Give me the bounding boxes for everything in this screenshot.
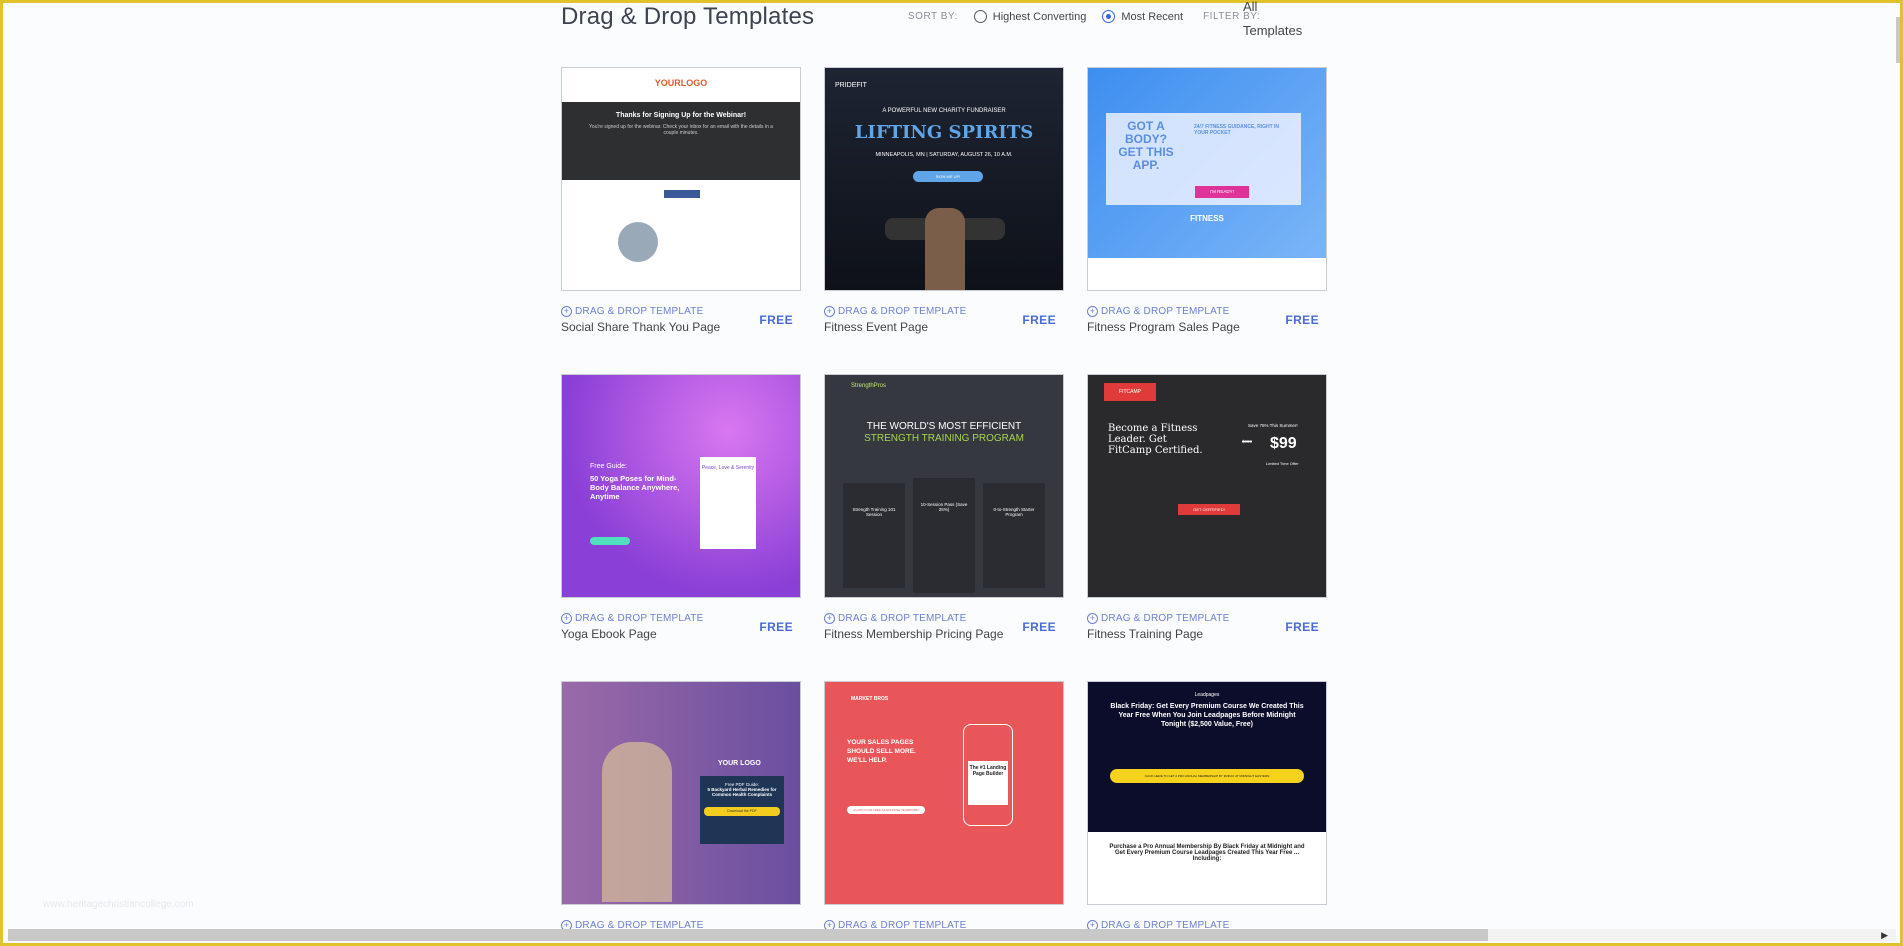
thumb-headline: LIFTING SPIRITS — [854, 122, 1034, 143]
template-card[interactable]: YOUR LOGO Free PDF Guide: 5 Backyard Her… — [561, 681, 801, 946]
template-thumbnail[interactable]: MARKET BROS YOUR SALES PAGES SHOULD SELL… — [824, 681, 1064, 905]
thumb-cta: I'M READY! — [1195, 186, 1249, 198]
plus-circle-icon: + — [561, 613, 572, 624]
template-card[interactable]: PRIDEFIT A POWERFUL NEW CHARITY FUNDRAIS… — [824, 67, 1064, 346]
sort-controls: SORT BY: Highest Converting Most Recent … — [908, 10, 1260, 23]
vertical-scrollbar[interactable] — [1896, 17, 1900, 63]
price-badge: FREE — [1022, 620, 1056, 634]
template-thumbnail[interactable]: YOURLOGO Thanks for Signing Up for the W… — [561, 67, 801, 291]
thumb-headline: YOUR SALES PAGES SHOULD SELL MORE. WE'LL… — [847, 739, 916, 764]
thumb-note: Limited Time Offer — [1266, 461, 1299, 466]
template-thumbnail[interactable]: YOUR LOGO Free PDF Guide: 5 Backyard Her… — [561, 681, 801, 905]
template-type-label: DRAG & DROP TEMPLATE — [1101, 306, 1230, 317]
sort-label: SORT BY: — [908, 11, 958, 22]
thumb-cta: SIGN ME UP! — [913, 171, 983, 182]
template-type-label: DRAG & DROP TEMPLATE — [575, 613, 704, 624]
thumb-headline: 50 Yoga Poses for Mind-Body Balance Anyw… — [590, 474, 680, 501]
thumb-offer: Save 75% This Summer! — [1248, 423, 1298, 428]
template-thumbnail[interactable]: StrengthPros THE WORLD'S MOST EFFICIENT … — [824, 374, 1064, 598]
template-card[interactable]: Free Guide: 50 Yoga Poses for Mind-Body … — [561, 374, 801, 653]
plus-circle-icon: + — [561, 306, 572, 317]
horizontal-scrollbar[interactable]: ▶ — [8, 929, 1896, 941]
template-card[interactable]: StrengthPros THE WORLD'S MOST EFFICIENT … — [824, 374, 1064, 653]
scroll-right-arrow-icon[interactable]: ▶ — [1881, 930, 1888, 941]
template-thumbnail[interactable]: Leadpages Black Friday: Get Every Premiu… — [1087, 681, 1327, 905]
price-badge: FREE — [759, 313, 793, 327]
thumb-sub: 24/7 FITNESS GUIDANCE, RIGHT IN YOUR POC… — [1194, 124, 1280, 136]
filter-dropdown[interactable]: All Templates — [1243, 0, 1313, 43]
thumb-logo: MARKET BROS — [851, 696, 889, 702]
pricing-plan: Strength Training 101 Session — [843, 483, 905, 588]
template-card[interactable]: MARKET BROS YOUR SALES PAGES SHOULD SELL… — [824, 681, 1064, 946]
sort-option-highest-converting[interactable]: Highest Converting — [993, 11, 1087, 23]
thumb-headline: 5 Backyard Herbal Remedies for Common He… — [707, 787, 777, 797]
thumb-logo: YOURLOGO — [654, 78, 708, 88]
thumb-headline: THE WORLD'S MOST EFFICIENT — [866, 421, 1022, 432]
template-card[interactable]: FITCAMP Become a Fitness Leader. Get Fit… — [1087, 374, 1327, 653]
thumb-logo: FITCAMP — [1104, 383, 1156, 401]
template-type-label: DRAG & DROP TEMPLATE — [1101, 613, 1230, 624]
thumb-kicker: A POWERFUL NEW CHARITY FUNDRAISER — [882, 108, 1006, 114]
template-type-label: DRAG & DROP TEMPLATE — [575, 306, 704, 317]
template-card[interactable]: Leadpages Black Friday: Get Every Premiu… — [1087, 681, 1327, 946]
template-card[interactable]: GOT A BODY? GET THIS APP. 24/7 FITNESS G… — [1087, 67, 1327, 346]
thumb-cta: Download the PDF — [704, 807, 780, 816]
thumb-headline: Black Friday: Get Every Premium Course W… — [1110, 703, 1304, 728]
thumb-sub: Purchase a Pro Annual Membership By Blac… — [1109, 844, 1305, 862]
template-type-label: DRAG & DROP TEMPLATE — [838, 613, 967, 624]
price-badge: FREE — [759, 620, 793, 634]
template-card[interactable]: YOURLOGO Thanks for Signing Up for the W… — [561, 67, 801, 346]
page-title: Drag & Drop Templates — [561, 3, 815, 30]
thumb-body: You're signed up for the webinar. Check … — [589, 124, 773, 136]
thumb-cta: CLAIM YOUR FREE SALES PAGE TEARDOWN — [847, 806, 925, 814]
scrollbar-thumb[interactable] — [8, 929, 1488, 941]
template-thumbnail[interactable]: GOT A BODY? GET THIS APP. 24/7 FITNESS G… — [1087, 67, 1327, 291]
thumb-phone: The #1 Landing Page Builder — [968, 761, 1008, 805]
thumb-kicker: Free Guide: — [590, 463, 627, 470]
watermark: www.heritagechristiancollege.com — [43, 899, 194, 910]
plus-circle-icon: + — [1087, 306, 1098, 317]
plus-circle-icon: + — [1087, 613, 1098, 624]
thumb-old-price: $999 — [1242, 439, 1253, 444]
thumb-headline: Thanks for Signing Up for the Webinar! — [615, 112, 747, 119]
radio-highest-converting[interactable] — [973, 10, 987, 23]
thumb-logo: StrengthPros — [851, 383, 887, 389]
thumb-logo: FITNESS — [1190, 214, 1224, 223]
template-thumbnail[interactable]: PRIDEFIT A POWERFUL NEW CHARITY FUNDRAIS… — [824, 67, 1064, 291]
thumb-logo: Leadpages — [1194, 692, 1220, 698]
thumb-headline: GOT A BODY? GET THIS APP. — [1118, 119, 1174, 172]
thumb-logo: PRIDEFIT — [835, 82, 867, 89]
radio-most-recent[interactable] — [1102, 10, 1116, 23]
price-badge: FREE — [1285, 620, 1319, 634]
thumb-headline: STRENGTH TRAINING PROGRAM — [864, 433, 1024, 444]
template-thumbnail[interactable]: Free Guide: 50 Yoga Poses for Mind-Body … — [561, 374, 801, 598]
pricing-plan: 0-to-Strength Starter Program — [983, 483, 1045, 588]
plus-circle-icon: + — [824, 613, 835, 624]
thumb-cta: CLICK HERE TO GET A PRO ANNUAL MEMBERSHI… — [1110, 769, 1304, 783]
price-badge: FREE — [1022, 313, 1056, 327]
thumb-sub: MINNEAPOLIS, MN | SATURDAY, AUGUST 26, 1… — [875, 152, 1013, 158]
thumb-headline: Become a Fitness Leader. Get FitCamp Cer… — [1108, 423, 1203, 456]
template-type-label: DRAG & DROP TEMPLATE — [838, 306, 967, 317]
template-thumbnail[interactable]: FITCAMP Become a Fitness Leader. Get Fit… — [1087, 374, 1327, 598]
thumb-cta: GET CERTIFIED! — [1178, 504, 1240, 515]
thumb-logo: YOUR LOGO — [718, 760, 761, 767]
sort-option-most-recent[interactable]: Most Recent — [1121, 11, 1183, 23]
pricing-plan: 10-Session Pass (Save 25%) — [913, 478, 975, 593]
thumb-book: Peace, Love & Serenity — [700, 457, 756, 549]
plus-circle-icon: + — [824, 306, 835, 317]
thumb-price: $99 — [1270, 435, 1297, 452]
price-badge: FREE — [1285, 313, 1319, 327]
